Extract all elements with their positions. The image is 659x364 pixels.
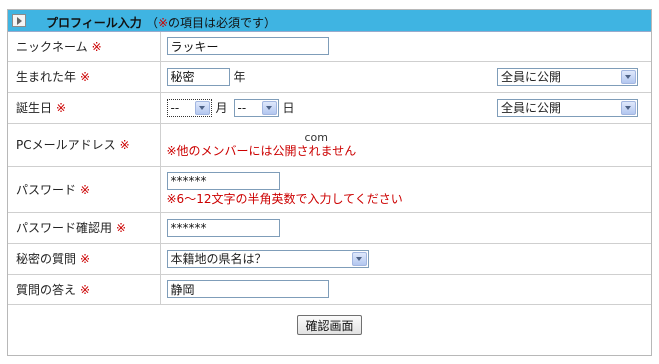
profile-form: プロフィール入力 （※の項目は必須です） ニックネーム※ 生まれた年※ 年 全員…	[7, 9, 652, 356]
birthday-day-select[interactable]: --	[233, 98, 279, 117]
birthday-label-text: 誕生日	[16, 101, 53, 115]
answer-label-text: 質問の答え	[16, 282, 77, 297]
chevron-down-icon[interactable]	[351, 251, 367, 266]
required-note-open: （	[145, 16, 158, 30]
password-note: ※6～12文字の半角英数で入力してください	[166, 191, 403, 206]
row-answer: 質問の答え ※	[8, 274, 651, 305]
chevron-down-icon[interactable]	[261, 100, 277, 115]
required-mark: ※	[119, 138, 130, 152]
pc-email-label: PCメールアドレス ※	[8, 123, 161, 167]
confirm-button[interactable]: 確認画面	[297, 315, 362, 336]
form-header: プロフィール入力 （※の項目は必須です）	[8, 10, 651, 32]
nickname-label-text: ニックネーム	[16, 39, 88, 54]
row-password-confirm: パスワード確認用 ※	[8, 212, 651, 244]
row-pc-email: PCメールアドレス ※ com ※他のメンバーには公開されません	[8, 123, 651, 167]
pc-email-cell: com ※他のメンバーには公開されません	[160, 123, 651, 167]
row-submit: 確認画面	[8, 304, 651, 346]
password-confirm-cell	[160, 212, 651, 244]
secret-question-value: 本籍地の県名は？	[170, 252, 267, 266]
password-label: パスワード ※	[8, 166, 161, 213]
birthday-visibility-value: 全員に公開	[501, 101, 562, 115]
required-mark: ※	[91, 39, 102, 54]
birthday-month-value: --	[170, 100, 180, 115]
birthday-visibility-select[interactable]: 全員に公開	[497, 98, 638, 117]
answer-input[interactable]	[166, 280, 329, 298]
required-mark: ※	[80, 282, 91, 297]
row-nickname: ニックネーム ※	[8, 32, 651, 62]
birthday-label: 誕生日 ※	[8, 92, 161, 124]
birth-year-input[interactable]	[166, 67, 230, 86]
triangle-right-icon	[17, 17, 22, 25]
required-note: （※の項目は必須です）	[146, 16, 276, 30]
row-secret-question: 秘密の質問 ※ 本籍地の県名は？	[8, 243, 651, 275]
birth-year-visibility-value: 全員に公開	[501, 70, 562, 84]
row-password: パスワード※ ※6～12文字の半角英数で入力してください	[8, 166, 651, 213]
required-mark: ※	[80, 182, 91, 197]
birth-year-label: 生まれた年 ※	[8, 61, 161, 93]
required-mark: ※	[56, 101, 67, 115]
password-confirm-input[interactable]	[166, 218, 280, 237]
required-note-text: の項目は必須です）	[168, 16, 277, 30]
pc-email-label-text: PCメールアドレス	[16, 138, 116, 152]
password-confirm-label: パスワード確認用 ※	[8, 212, 161, 244]
day-unit: 日	[282, 101, 295, 115]
birthday-cell: -- 月 -- 日 全員に公開	[160, 92, 651, 124]
row-birthday: 誕生日 ※ -- 月 -- 日 全員に公開	[8, 92, 651, 124]
chevron-down-icon[interactable]	[621, 100, 636, 115]
form-title-text: プロフィール入力	[46, 16, 142, 30]
chevron-down-icon[interactable]	[194, 100, 210, 115]
birth-year-label-text: 生まれた年	[16, 70, 77, 84]
password-input[interactable]	[166, 171, 280, 190]
month-unit: 月	[215, 101, 228, 115]
nickname-label: ニックネーム ※	[8, 32, 161, 62]
password-confirm-label-text: パスワード確認用	[16, 221, 113, 235]
pc-email-value: com	[304, 130, 329, 144]
form-title: プロフィール入力 （※の項目は必須です）	[46, 14, 276, 31]
nickname-cell	[160, 32, 651, 62]
answer-cell	[160, 274, 651, 305]
required-mark: ※	[80, 252, 91, 266]
answer-label: 質問の答え ※	[8, 274, 161, 305]
secret-question-select[interactable]: 本籍地の県名は？	[166, 249, 369, 268]
required-note-mark: ※	[157, 16, 169, 30]
required-mark: ※	[80, 70, 91, 84]
secret-question-label: 秘密の質問 ※	[8, 243, 161, 275]
birthday-month-select[interactable]: --	[166, 98, 212, 117]
required-mark: ※	[116, 221, 127, 235]
pc-email-note: ※他のメンバーには公開されません	[166, 143, 357, 158]
secret-question-label-text: 秘密の質問	[16, 252, 77, 266]
birthday-day-value: --	[237, 100, 247, 115]
secret-question-cell: 本籍地の県名は？	[160, 243, 651, 275]
submit-cell: 確認画面	[8, 304, 651, 346]
chevron-down-icon[interactable]	[621, 69, 636, 84]
password-label-text: パスワード	[16, 182, 77, 197]
year-unit: 年	[233, 70, 246, 84]
password-cell: ※6～12文字の半角英数で入力してください	[160, 166, 651, 213]
birth-year-visibility-select[interactable]: 全員に公開	[497, 67, 638, 86]
birth-year-cell: 年 全員に公開	[160, 61, 651, 93]
form-table: ニックネーム※ 生まれた年※ 年 全員に公開 誕生日※ --月--日 全員に公開…	[8, 32, 651, 346]
row-birth-year: 生まれた年※ 年 全員に公開	[8, 61, 651, 93]
nickname-input[interactable]	[166, 37, 329, 56]
collapse-toggle-icon[interactable]	[12, 14, 26, 27]
